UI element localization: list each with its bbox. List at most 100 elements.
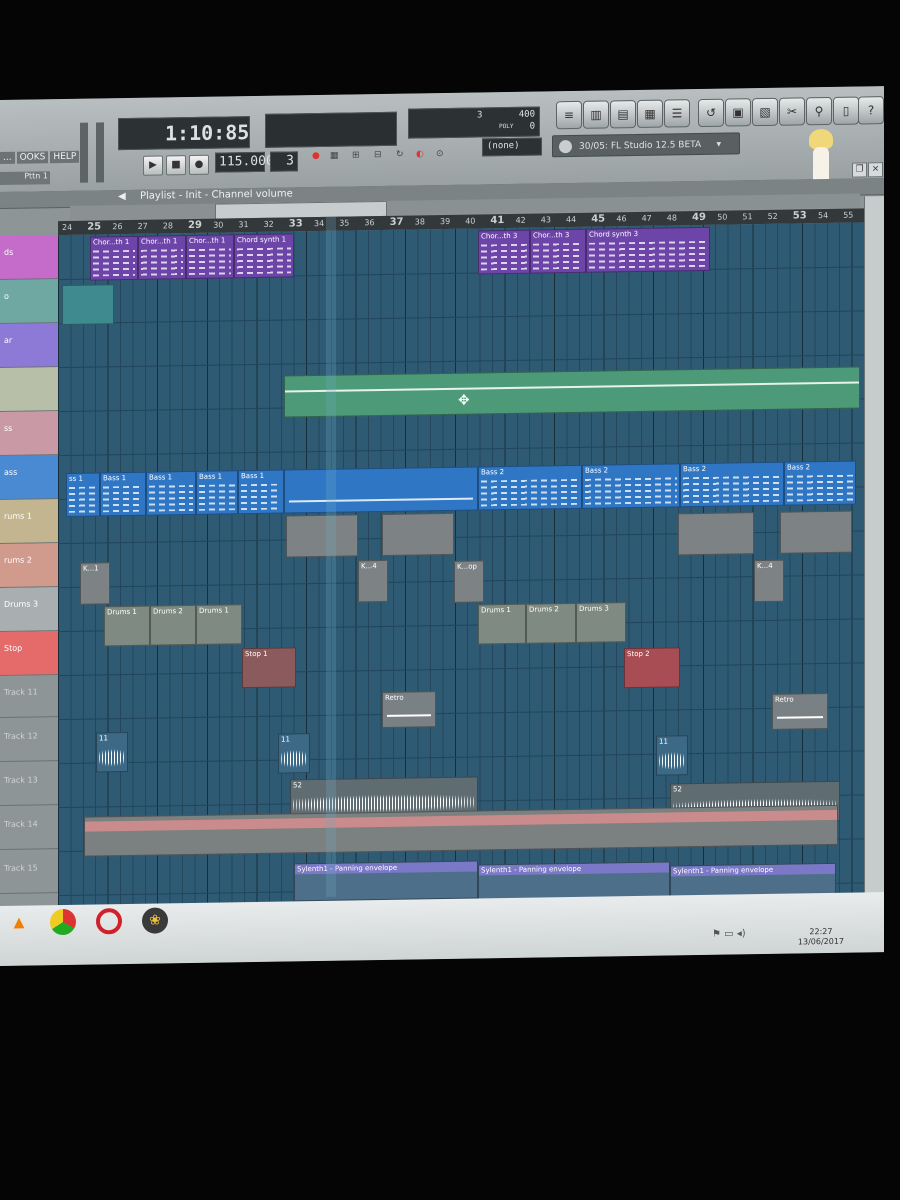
audio-clip[interactable]: 11 [656,735,688,776]
close-window-button[interactable]: × [868,162,883,178]
pattern-clip[interactable]: Chor...th 1 [90,235,138,281]
pattern-clip[interactable] [678,512,754,556]
track-header[interactable]: ss [0,411,58,456]
pattern-clip[interactable]: Bass 2 [784,460,856,506]
undo-icon[interactable]: ↺ [698,98,724,128]
audio-clip[interactable]: Retro [382,691,436,728]
save-icon[interactable]: ▣ [725,98,751,127]
pattern-clip[interactable]: Stop 2 [624,647,680,689]
pattern-selector[interactable]: Pttn 1 [0,171,50,185]
stop-button[interactable]: ■ [166,155,186,176]
restore-window-button[interactable]: ❐ [852,162,867,178]
mixer-icon[interactable]: ▦ [637,99,663,128]
pattern-clip[interactable]: Drums 3 [576,602,626,643]
pattern-clip[interactable]: Stop 1 [242,647,296,689]
audio-clip[interactable]: 11 [96,731,128,773]
piano-roll-icon[interactable]: ▥ [583,100,609,129]
pattern-clip[interactable]: Bass 2 [680,461,784,508]
pattern-clip[interactable] [382,512,454,556]
master-volume-slider[interactable] [80,122,88,183]
audio-clip[interactable]: Retro [772,692,828,730]
playhead[interactable] [326,216,336,897]
pattern-clip[interactable] [780,510,852,554]
tempo-display[interactable]: 115.000 [215,151,274,173]
track-header[interactable]: rums 1 [0,499,58,544]
browser-icon[interactable]: ▤ [610,100,636,129]
snap-selector[interactable]: (none) [482,137,542,157]
menu-item-help[interactable]: HELP [50,150,80,164]
audio-clip[interactable]: 11 [278,733,310,774]
pattern-clip[interactable]: Chor...th 3 [478,229,530,275]
master-pitch-slider[interactable] [96,122,104,183]
track-header[interactable]: ar [0,323,58,368]
pattern-clip[interactable]: Drums 1 [104,605,150,647]
pattern-clip[interactable]: K...1 [80,562,110,605]
vertical-scrollbar[interactable] [864,196,884,923]
channel-rack-icon[interactable]: ☰ [664,99,690,128]
step-edit-icon[interactable]: ⊞ [352,150,360,160]
opera-icon[interactable] [96,908,122,935]
song-time-display[interactable]: 1:10:85 [118,116,250,151]
wait-input-icon[interactable]: ⊙ [436,149,444,159]
pattern-clip[interactable]: Chor...th 3 [530,228,586,274]
track-header[interactable]: Track 14 [0,807,58,850]
zoom-icon[interactable]: ⚲ [806,96,832,126]
pattern-clip[interactable] [284,466,478,514]
pattern-clip[interactable]: Bass 1 [196,470,238,515]
pattern-clip[interactable]: ss 1 [66,472,100,517]
system-clock[interactable]: 22:27 13/06/2017 [798,927,844,948]
blend-notes-icon[interactable]: ⊟ [374,150,382,160]
track-header[interactable]: ds [0,235,58,280]
arrow-left-icon[interactable]: ◀ [118,191,126,202]
track-header[interactable]: Stop [0,631,58,676]
pattern-clip[interactable]: Drums 2 [526,602,576,644]
menu-item-more[interactable]: ... [0,151,15,164]
pattern-clip[interactable]: Chor...th 1 [186,234,234,280]
system-tray-icons[interactable]: ⚑ ▭ ◂) [712,928,746,940]
track-header[interactable]: Track 13 [0,763,58,806]
track-header[interactable]: rums 2 [0,543,58,588]
typing-keyboard-icon[interactable]: ▦ [330,151,339,161]
pattern-clip[interactable]: Chor...th 1 [138,235,186,280]
pattern-clip[interactable]: K...4 [358,559,388,603]
record-button[interactable]: ● [189,154,209,176]
pattern-clip[interactable]: Bass 1 [146,470,196,516]
pattern-clip[interactable]: Bass 2 [582,463,680,509]
playlist-icon[interactable]: ≡ [556,100,582,130]
info-icon[interactable]: ▯ [833,96,859,125]
vlc-icon[interactable]: ▲ [6,909,32,935]
pattern-clip[interactable]: Bass 2 [478,464,582,511]
automation-clip[interactable]: Sylenth1 - Panning envelope [294,860,478,902]
countdown-icon[interactable]: ◐ [416,149,424,159]
play-button[interactable]: ▶ [143,155,163,176]
pattern-clip[interactable]: Chord synth 3 [586,226,710,273]
menu-item-tools[interactable]: OOKS [16,151,49,164]
track-header[interactable]: o [0,279,58,324]
recording-toggles[interactable]: ● ▦ ⊞ ⊟ ↻ ◐ ⊙ [312,147,472,174]
track-header[interactable]: ass [0,455,58,500]
chrome-icon[interactable] [50,908,76,936]
pattern-number-display[interactable]: 3 [270,151,298,172]
track-header[interactable] [0,367,58,412]
fl-studio-icon[interactable]: ❀ [142,907,168,934]
pattern-clip[interactable]: Drums 1 [478,603,526,645]
pattern-clip[interactable]: Drums 1 [196,604,242,645]
pattern-clip[interactable]: Bass 1 [238,469,284,515]
pattern-clip[interactable] [286,514,358,558]
loop-record-icon[interactable]: ↻ [396,150,404,160]
render-icon[interactable]: ▧ [752,97,778,127]
track-header[interactable]: Track 15 [0,851,58,894]
hint-bar[interactable]: 30/05: FL Studio 12.5 BETA ▾ [552,132,740,158]
track-header[interactable]: Track 11 [0,675,58,718]
cut-icon[interactable]: ✂ [779,97,805,126]
pattern-clip[interactable]: Chord synth 1 [234,233,294,279]
metronome-icon[interactable]: ● [312,151,320,161]
track-header[interactable]: Track 12 [0,719,58,762]
pattern-clip[interactable]: Bass 1 [100,471,146,517]
pattern-clip[interactable]: K...op [454,560,484,603]
pattern-clip[interactable] [62,284,114,326]
pattern-clip[interactable]: Drums 2 [150,604,196,646]
track-header[interactable]: Drums 3 [0,587,58,632]
pattern-clip[interactable]: K...4 [754,559,784,603]
help-icon[interactable]: ? [858,96,884,125]
